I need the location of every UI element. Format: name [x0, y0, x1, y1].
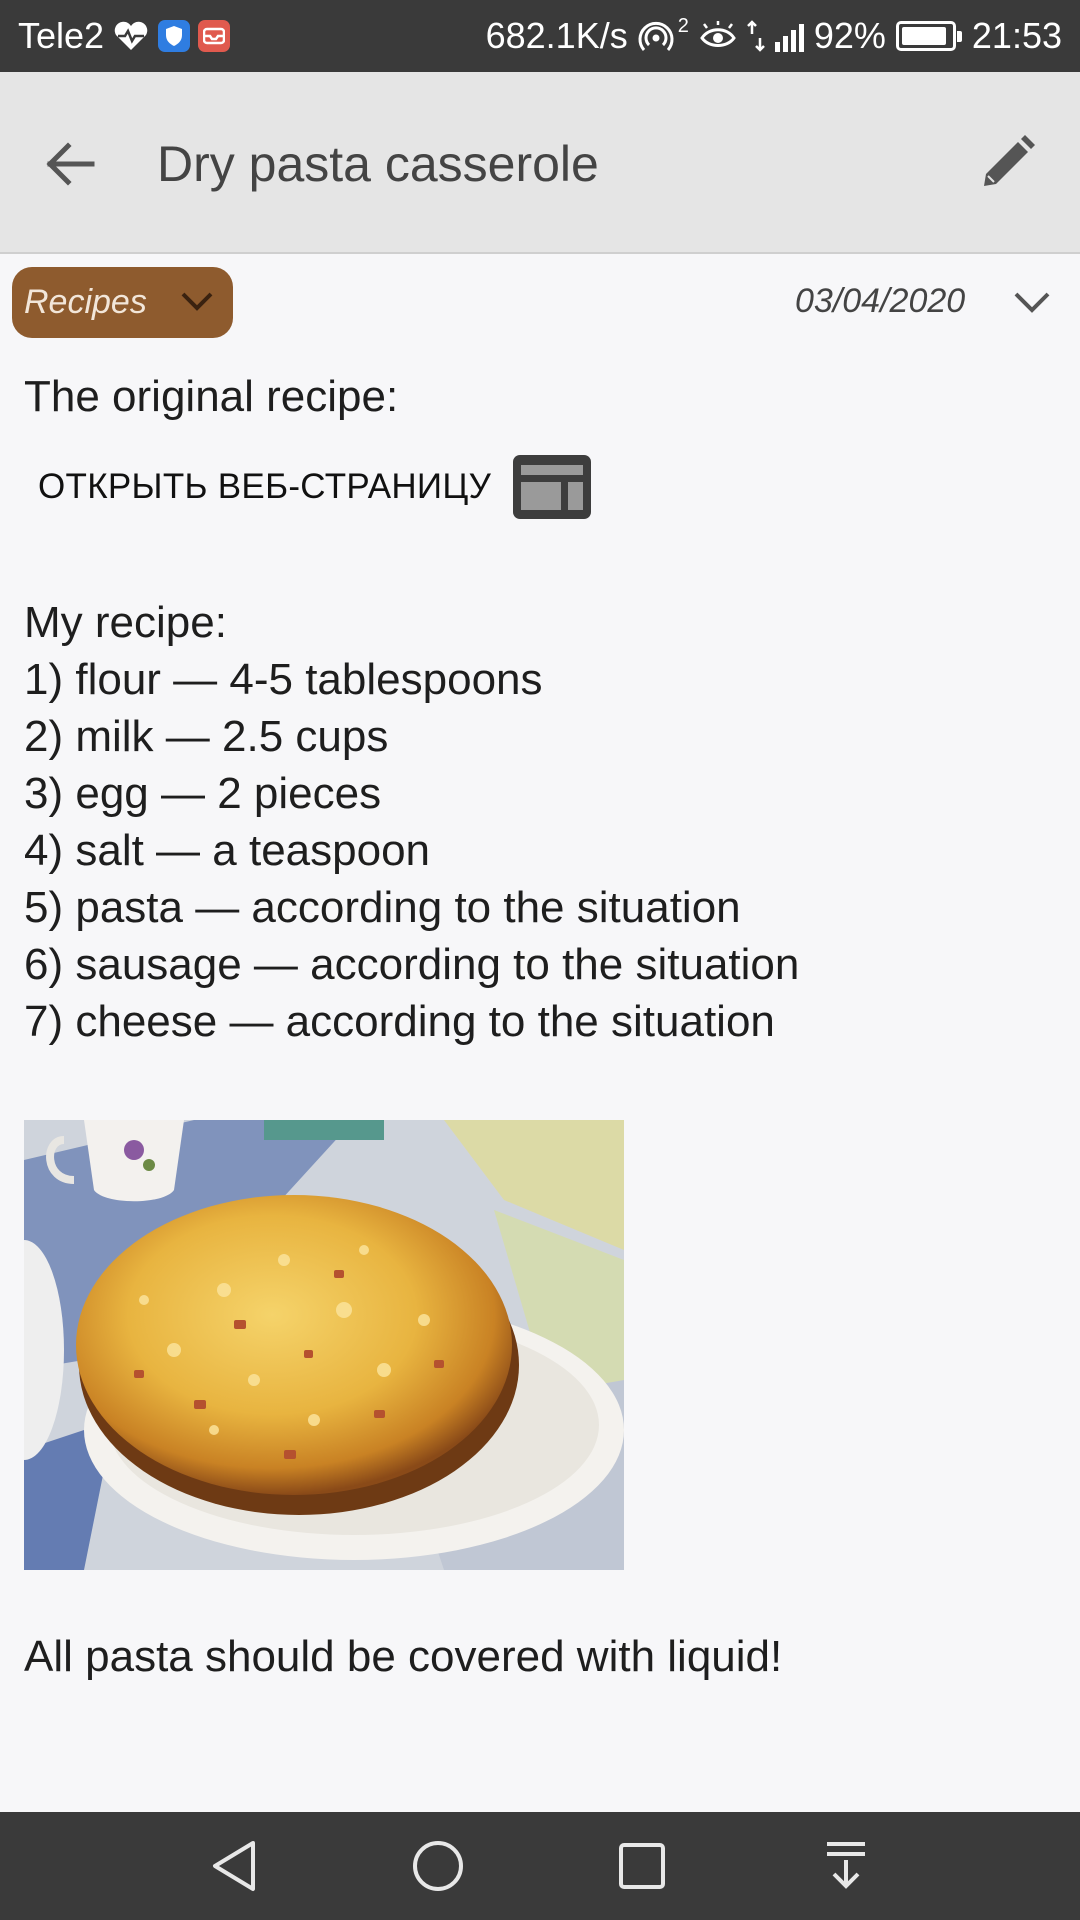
note-date[interactable]: 03/04/2020 [795, 282, 965, 321]
back-button[interactable] [38, 132, 102, 196]
edit-button[interactable] [976, 130, 1040, 194]
battery-icon [895, 21, 962, 51]
signal-icon [774, 20, 804, 52]
chevron-down-icon [181, 292, 213, 311]
nav-home-button[interactable] [406, 1834, 470, 1898]
pencil-icon [984, 135, 1035, 186]
webpage-icon [513, 455, 592, 519]
heart-monitor-icon [114, 21, 148, 50]
shield-app-icon [158, 20, 191, 52]
casserole-photo-drawing [24, 1120, 624, 1570]
ingredient-item: 3) egg — 2 pieces [24, 769, 382, 818]
battery-percent: 92% [813, 15, 886, 56]
recents-square-icon [619, 1843, 665, 1889]
arrow-back-icon [46, 142, 95, 186]
recipe-block: My recipe: 1) flour — 4-5 tablespoons 2)… [24, 594, 799, 1050]
open-webpage-link[interactable]: ОТКРЫТЬ ВЕБ-СТРАНИЦУ [38, 455, 592, 519]
mail-app-icon [198, 20, 231, 52]
net-speed: 682.1K/s [485, 15, 628, 56]
footer-note: All pasta should be covered with liquid! [24, 1632, 783, 1681]
ingredient-item: 1) flour — 4-5 tablespoons [24, 655, 543, 704]
carrier-name: Tele2 [18, 15, 105, 56]
app-bar: Dry pasta casserole [0, 72, 1080, 254]
data-arrows-icon [746, 20, 765, 52]
nav-back-button[interactable] [202, 1834, 266, 1898]
hotspot-count: 2 [677, 14, 689, 37]
notifications-pull-icon [827, 1842, 865, 1889]
ingredient-item: 6) sausage — according to the situation [24, 940, 800, 989]
nav-recents-button[interactable] [610, 1834, 674, 1898]
status-bar: Tele2 682.1K/s 2 92% 21:53 [0, 0, 1080, 72]
hotspot-icon [638, 21, 674, 51]
ingredient-item: 7) cheese — according to the situation [24, 997, 775, 1046]
eye-comfort-icon [700, 21, 736, 47]
open-webpage-label: ОТКРЫТЬ ВЕБ-СТРАНИЦУ [38, 467, 492, 506]
battery-level-fill [901, 27, 947, 45]
nav-notifications-button[interactable] [814, 1834, 878, 1898]
ingredient-item: 4) salt — a teaspoon [24, 826, 431, 875]
casserole-photo[interactable] [24, 1120, 624, 1570]
date-expand-button[interactable] [1010, 282, 1054, 322]
home-circle-icon [413, 1841, 463, 1891]
clock: 21:53 [971, 15, 1062, 56]
system-nav-bar [0, 1812, 1080, 1920]
original-recipe-label: The original recipe: [24, 372, 399, 421]
category-label: Recipes [24, 283, 147, 321]
category-dropdown[interactable]: Recipes [12, 267, 233, 338]
recipe-title: My recipe: [24, 598, 227, 647]
ingredient-item: 2) milk — 2.5 cups [24, 712, 389, 761]
back-triangle-icon [213, 1841, 255, 1891]
chevron-down-icon [1014, 292, 1050, 313]
ingredient-item: 5) pasta — according to the situation [24, 883, 741, 932]
page-title: Dry pasta casserole [157, 136, 599, 192]
